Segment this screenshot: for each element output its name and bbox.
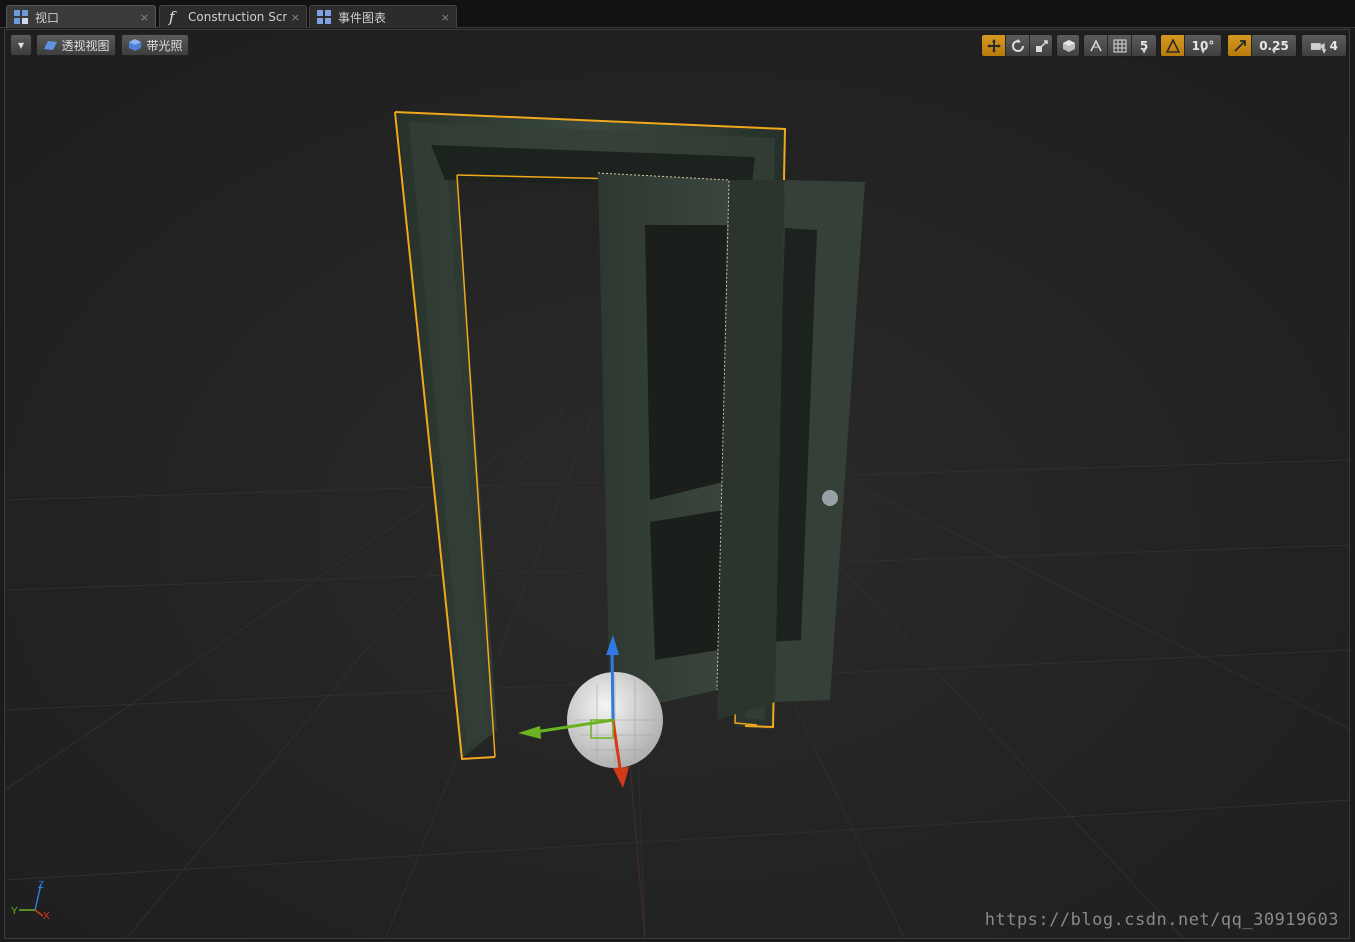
watermark: https://blog.csdn.net/qq_30919603 xyxy=(984,910,1339,930)
viewport[interactable]: Z Y X ▾ 透视视图 带光照 5 ▼ 10° ▼ 0.25 ▼ 4 ▼ ht… xyxy=(4,29,1350,939)
viewport-options-button[interactable]: ▾ xyxy=(10,34,32,56)
tab-viewport[interactable]: 视口 × xyxy=(6,5,156,28)
scene-view[interactable]: Z Y X xyxy=(5,30,1350,939)
svg-text:f: f xyxy=(168,9,177,25)
camera-speed-group: 4 ▼ xyxy=(1301,34,1347,57)
door-leaf-mesh[interactable] xyxy=(597,172,865,720)
grid-snap-toggle[interactable] xyxy=(1108,35,1132,56)
scale-tool-button[interactable] xyxy=(1030,35,1052,56)
editor-tab-bar: 视口 × f Construction Scrip × 事件图表 × xyxy=(0,0,1355,28)
tab-event-graph[interactable]: 事件图表 × xyxy=(309,5,457,28)
close-icon[interactable]: × xyxy=(291,11,300,24)
transform-mode-group xyxy=(981,34,1053,57)
function-icon: f xyxy=(166,9,182,25)
lit-mode-button[interactable]: 带光照 xyxy=(121,34,189,56)
close-icon[interactable]: × xyxy=(441,11,450,24)
gizmo-z-arrow[interactable] xyxy=(610,644,615,721)
camera-speed-value: 4 xyxy=(1329,38,1338,53)
tab-construction-script[interactable]: f Construction Scrip × xyxy=(159,5,307,28)
translate-icon xyxy=(986,38,1001,53)
grid-icon xyxy=(1113,39,1126,52)
caret-down-icon: ▼ xyxy=(1321,48,1327,55)
angle-icon xyxy=(1165,38,1180,53)
camera-speed-dropdown[interactable]: 4 ▼ xyxy=(1302,35,1346,56)
caret-down-icon: ▼ xyxy=(1200,48,1206,55)
cube-icon xyxy=(1063,39,1075,52)
perspective-view-button[interactable]: 透视视图 xyxy=(36,34,116,56)
scale-snap-toggle[interactable] xyxy=(1228,35,1252,56)
axis-x-label: X xyxy=(43,911,50,922)
world-space-button[interactable] xyxy=(1057,35,1079,56)
grid-snap-group: 5 ▼ xyxy=(1083,34,1157,57)
surface-snap-button[interactable] xyxy=(1084,35,1108,56)
tab-label: 事件图表 xyxy=(338,10,387,25)
door-knob xyxy=(822,490,838,506)
rotate-tool-button[interactable] xyxy=(1006,35,1030,56)
rotation-snap-value-dropdown[interactable]: 10° ▼ xyxy=(1185,35,1221,56)
lit-mode-label: 带光照 xyxy=(146,38,183,53)
grid-snap-value-dropdown[interactable]: 5 ▼ xyxy=(1132,35,1156,56)
scale-icon xyxy=(1036,39,1048,52)
perspective-view-label: 透视视图 xyxy=(61,38,110,53)
scale-snap-value-dropdown[interactable]: 0.25 ▼ xyxy=(1252,35,1296,56)
tab-label: Construction Scrip xyxy=(188,10,287,24)
rotation-snap-toggle[interactable] xyxy=(1161,35,1185,56)
scale-snap-icon xyxy=(1233,39,1246,52)
lit-sphere-icon xyxy=(127,38,143,52)
tab-label: 视口 xyxy=(35,10,60,25)
coordinate-space-group xyxy=(1056,34,1080,57)
scale-snap-group: 0.25 ▼ xyxy=(1227,34,1297,57)
rotation-snap-group: 10° ▼ xyxy=(1160,34,1222,57)
rotate-icon xyxy=(1011,38,1024,52)
viewport-grid-icon xyxy=(13,9,29,25)
surface-snap-icon xyxy=(1089,38,1102,51)
axis-y-label: Y xyxy=(11,906,18,917)
perspective-icon xyxy=(42,38,58,52)
axis-z-label: Z xyxy=(38,880,44,891)
caret-down-icon: ▼ xyxy=(1141,48,1147,55)
chevron-down-icon: ▾ xyxy=(17,38,25,52)
event-graph-icon xyxy=(316,9,332,25)
close-icon[interactable]: × xyxy=(140,11,149,24)
caret-down-icon: ▼ xyxy=(1271,48,1277,55)
translate-tool-button[interactable] xyxy=(982,35,1006,56)
